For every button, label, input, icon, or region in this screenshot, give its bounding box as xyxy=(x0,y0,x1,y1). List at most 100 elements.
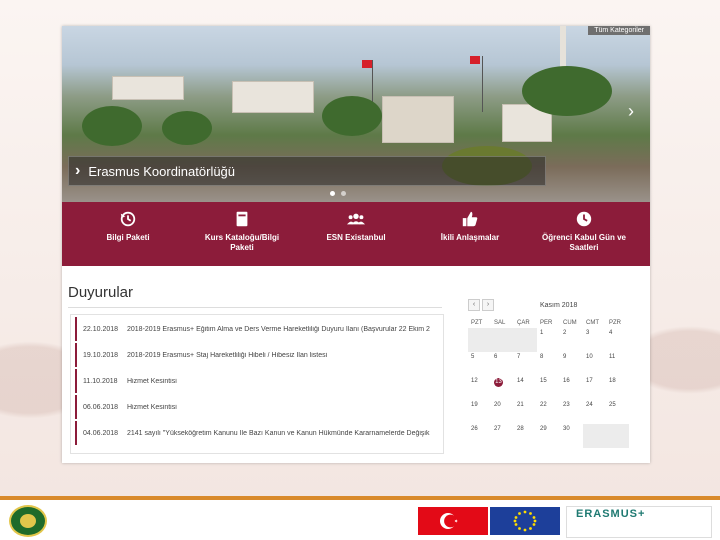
nav-label: İkili Anlaşmalar xyxy=(440,233,500,242)
nav-label: ESN Existanbul xyxy=(326,233,386,242)
category-tab[interactable]: Tüm Kategoriler xyxy=(588,26,650,35)
university-logo xyxy=(9,505,47,537)
announcement-date: 06.06.2018 xyxy=(83,403,119,411)
tree xyxy=(162,111,212,145)
calendar-month: Kasım 2018 xyxy=(540,301,578,309)
calendar-grid: PZT SAL ÇAR PER CUM CMT PZR 1 2 3 4 5 6 7 8 9 10 11 12 13 14… xyxy=(468,318,640,448)
announcement-text: 2141 sayılı "Yükseköğretim Kanunu İle Ba… xyxy=(127,429,430,437)
calendar-day[interactable]: 21 xyxy=(514,400,537,424)
nav-label: Öğrenci Kabul Gün ve Saatleri xyxy=(541,233,626,252)
nav-label: Bilgi Paketi xyxy=(106,233,150,242)
calendar-day[interactable]: 20 xyxy=(491,400,514,424)
announcement-date: 19.10.2018 xyxy=(83,351,119,359)
announcement-text: Hizmet Kesintisi xyxy=(127,403,177,411)
chevron-right-icon: › xyxy=(75,162,81,179)
building xyxy=(382,96,454,143)
calendar-day[interactable]: 16 xyxy=(560,376,583,400)
nav-bilgi-paketi[interactable]: Bilgi Paketi xyxy=(78,202,178,266)
nav-ogrenci-kabul[interactable]: Öğrenci Kabul Gün ve Saatleri xyxy=(534,202,634,266)
banner-title: Erasmus Koordinatörlüğü xyxy=(88,163,236,179)
tree xyxy=(322,96,382,136)
turkey-flag xyxy=(418,507,488,535)
flag xyxy=(362,60,372,68)
announcement-date: 11.10.2018 xyxy=(83,377,118,385)
calendar-day[interactable]: 8 xyxy=(537,352,560,376)
calendar-day[interactable]: 9 xyxy=(560,352,583,376)
calendar-day[interactable]: 14 xyxy=(514,376,537,400)
calendar-day[interactable]: 4 xyxy=(606,328,629,352)
calendar-empty-cell xyxy=(606,424,629,448)
announcement-item[interactable]: 11.10.2018 Hizmet Kesintisi xyxy=(75,369,443,393)
calendar-empty-cell xyxy=(468,328,491,352)
calendar-day[interactable]: 18 xyxy=(606,376,629,400)
calendar-day-today[interactable]: 13 xyxy=(491,376,514,400)
calendar-day[interactable]: 19 xyxy=(468,400,491,424)
announcement-item[interactable]: 06.06.2018 Hizmet Kesintisi xyxy=(75,395,443,419)
calendar-day-of-week: CMT xyxy=(586,320,599,326)
calendar-day[interactable]: 25 xyxy=(606,400,629,424)
eu-flag xyxy=(490,507,560,535)
announcement-date: 22.10.2018 xyxy=(83,325,119,333)
announcement-item[interactable]: 22.10.2018 2018-2019 Erasmus+ Eğitim Alm… xyxy=(75,317,443,341)
nav-esn-existanbul[interactable]: ESN Existanbul xyxy=(306,202,406,266)
announcement-text: 2018-2019 Erasmus+ Staj Hareketliliği Hi… xyxy=(127,351,328,359)
clock-icon xyxy=(576,211,592,227)
calendar-prev-button[interactable]: ‹ xyxy=(468,299,480,311)
calendar-day[interactable]: 17 xyxy=(583,376,606,400)
nav-kurs-katalogu[interactable]: Kurs Kataloğu/Bilgi Paketi xyxy=(192,202,292,266)
divider xyxy=(68,307,442,308)
hero-banner[interactable]: › Erasmus Koordinatörlüğü xyxy=(68,156,546,186)
calendar-day[interactable]: 3 xyxy=(583,328,606,352)
calendar-day[interactable]: 12 xyxy=(468,376,491,400)
calendar-day[interactable]: 1 xyxy=(537,328,560,352)
tree xyxy=(522,66,612,116)
calendar-day[interactable]: 28 xyxy=(514,424,537,448)
thumbs-up-icon xyxy=(462,211,478,227)
nav-ikili-anlasmalar[interactable]: İkili Anlaşmalar xyxy=(420,202,520,266)
building xyxy=(232,81,314,113)
calendar-empty-cell xyxy=(583,424,606,448)
calendar-day-of-week: PZT xyxy=(471,320,483,326)
announcements-title: Duyurular xyxy=(68,284,134,301)
calendar-day-of-week: PER xyxy=(540,320,553,326)
announcement-text: 2018-2019 Erasmus+ Eğitim Alma ve Ders V… xyxy=(127,325,430,333)
flag-pole xyxy=(482,56,483,112)
calendar: ‹ › Kasım 2018 PZT SAL ÇAR PER CUM CMT PZR 1 2 3 4… xyxy=(468,298,640,458)
calendar-day[interactable]: 7 xyxy=(514,352,537,376)
calendar-day-of-week: PZR xyxy=(609,320,621,326)
calendar-day[interactable]: 5 xyxy=(468,352,491,376)
tree xyxy=(82,106,142,146)
calendar-day[interactable]: 26 xyxy=(468,424,491,448)
calendar-day[interactable]: 22 xyxy=(537,400,560,424)
announcement-item[interactable]: 19.10.2018 2018-2019 Erasmus+ Staj Harek… xyxy=(75,343,443,367)
calendar-day[interactable]: 15 xyxy=(537,376,560,400)
calendar-day-of-week: CUM xyxy=(563,320,577,326)
calendar-next-button[interactable]: › xyxy=(482,299,494,311)
calendar-day[interactable]: 23 xyxy=(560,400,583,424)
erasmus-logo: ERASMUS+ xyxy=(576,508,646,520)
announcement-text: Hizmet Kesintisi xyxy=(127,377,177,385)
calendar-day[interactable]: 10 xyxy=(583,352,606,376)
announcement-item[interactable]: 04.06.2018 2141 sayılı "Yükseköğretim Ka… xyxy=(75,421,443,445)
announcements-list: 22.10.2018 2018-2019 Erasmus+ Eğitim Alm… xyxy=(70,314,444,454)
chevron-right-icon[interactable]: › xyxy=(628,102,634,120)
flag xyxy=(470,56,480,64)
calendar-day[interactable]: 27 xyxy=(491,424,514,448)
calendar-empty-cell xyxy=(491,328,514,352)
calendar-day[interactable]: 6 xyxy=(491,352,514,376)
calendar-day[interactable]: 2 xyxy=(560,328,583,352)
slider-dot[interactable] xyxy=(330,191,335,196)
calendar-day[interactable]: 24 xyxy=(583,400,606,424)
building xyxy=(112,76,184,100)
calendar-day[interactable]: 30 xyxy=(560,424,583,448)
calendar-empty-cell xyxy=(514,328,537,352)
users-icon xyxy=(347,213,365,225)
calendar-day[interactable]: 29 xyxy=(537,424,560,448)
calendar-day-of-week: SAL xyxy=(494,320,506,326)
hero-slider: Tüm Kategoriler › › Erasmus Koordinatörl… xyxy=(62,26,650,202)
website-screenshot: Tüm Kategoriler › › Erasmus Koordinatörl… xyxy=(62,26,650,463)
calendar-day[interactable]: 11 xyxy=(606,352,629,376)
announcement-date: 04.06.2018 xyxy=(83,429,119,437)
slider-dots xyxy=(330,191,346,196)
slider-dot[interactable] xyxy=(341,191,346,196)
